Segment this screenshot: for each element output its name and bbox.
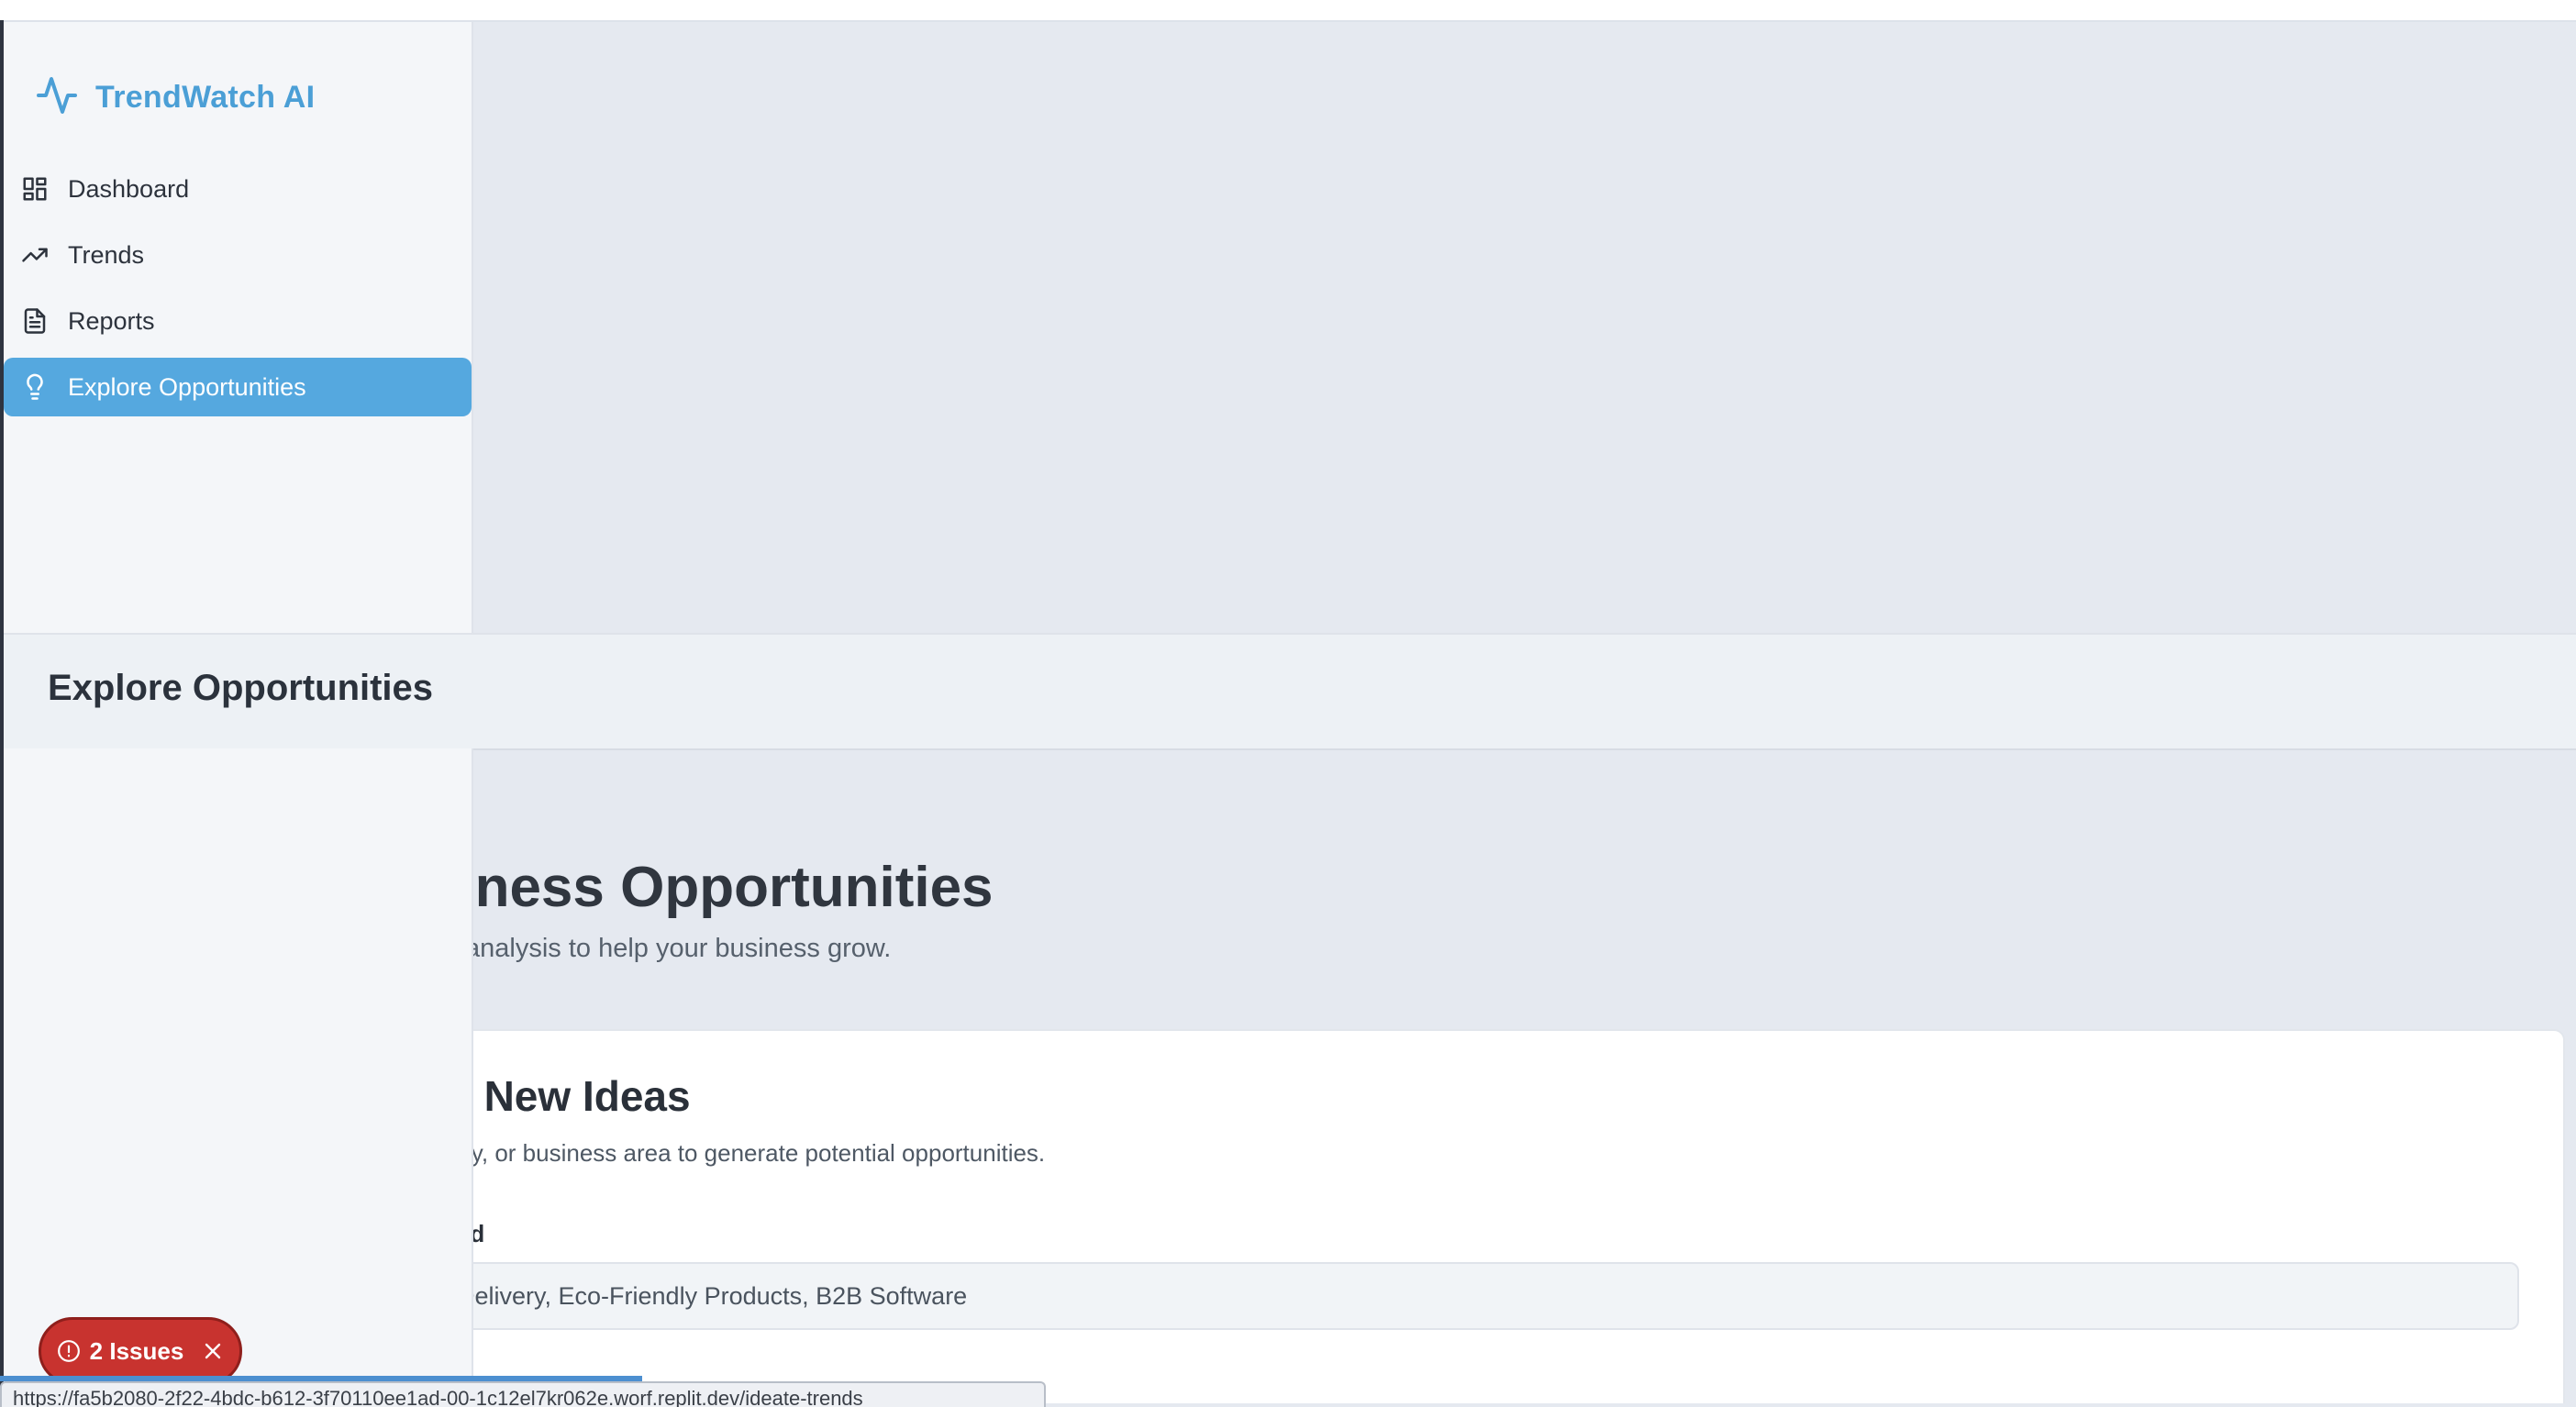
document-icon: [18, 305, 51, 338]
lightbulb-icon: [18, 371, 51, 404]
hero-title: usiness Opportunities: [472, 856, 994, 919]
sidebar-item-label: Explore Opportunities: [68, 372, 306, 401]
page-header: Explore Opportunities: [4, 633, 2576, 750]
issues-badge[interactable]: 2 Issues: [39, 1317, 242, 1385]
top-strip: [0, 0, 2576, 22]
main-content: usiness Opportunities s and analysis to …: [472, 748, 2576, 1403]
keyword-field-label: rword: [472, 1220, 485, 1247]
dashboard-grid-icon: [18, 172, 51, 205]
pulse-logo-icon: [35, 73, 79, 122]
sidebar-item-reports[interactable]: Reports: [4, 292, 472, 350]
status-url-text: https://fa5b2080-2f22-4bdc-b612-3f70110e…: [13, 1387, 863, 1407]
sidebar-item-dashboard[interactable]: Dashboard: [4, 160, 472, 218]
sidebar-item-label: Dashboard: [68, 174, 190, 203]
page-title: Explore Opportunities: [48, 668, 434, 708]
trending-up-icon: [18, 238, 51, 271]
card-title: rm New Ideas: [472, 1072, 691, 1120]
brainstorm-card: rm New Ideas dustry, or business area to…: [472, 1029, 2565, 1403]
sidebar-item-explore-opportunities[interactable]: Explore Opportunities: [4, 358, 472, 416]
close-icon[interactable]: [193, 1340, 224, 1362]
sidebar-nav: Dashboard Trends Reports Explore Opportu…: [4, 160, 472, 424]
brand-name: TrendWatch AI: [95, 80, 316, 115]
sidebar-item-label: Reports: [68, 306, 155, 335]
keyword-input[interactable]: [472, 1262, 2519, 1330]
issues-count: 2 Issues: [89, 1336, 184, 1365]
sidebar-item-trends[interactable]: Trends: [4, 226, 472, 284]
sidebar-lower: [4, 748, 473, 1403]
sidebar-item-label: Trends: [68, 240, 145, 269]
brand[interactable]: TrendWatch AI: [35, 73, 315, 122]
card-description: dustry, or business area to generate pot…: [472, 1139, 1046, 1167]
hero-subtitle: s and analysis to help your business gro…: [472, 934, 892, 963]
alert-circle-icon: [57, 1339, 81, 1363]
